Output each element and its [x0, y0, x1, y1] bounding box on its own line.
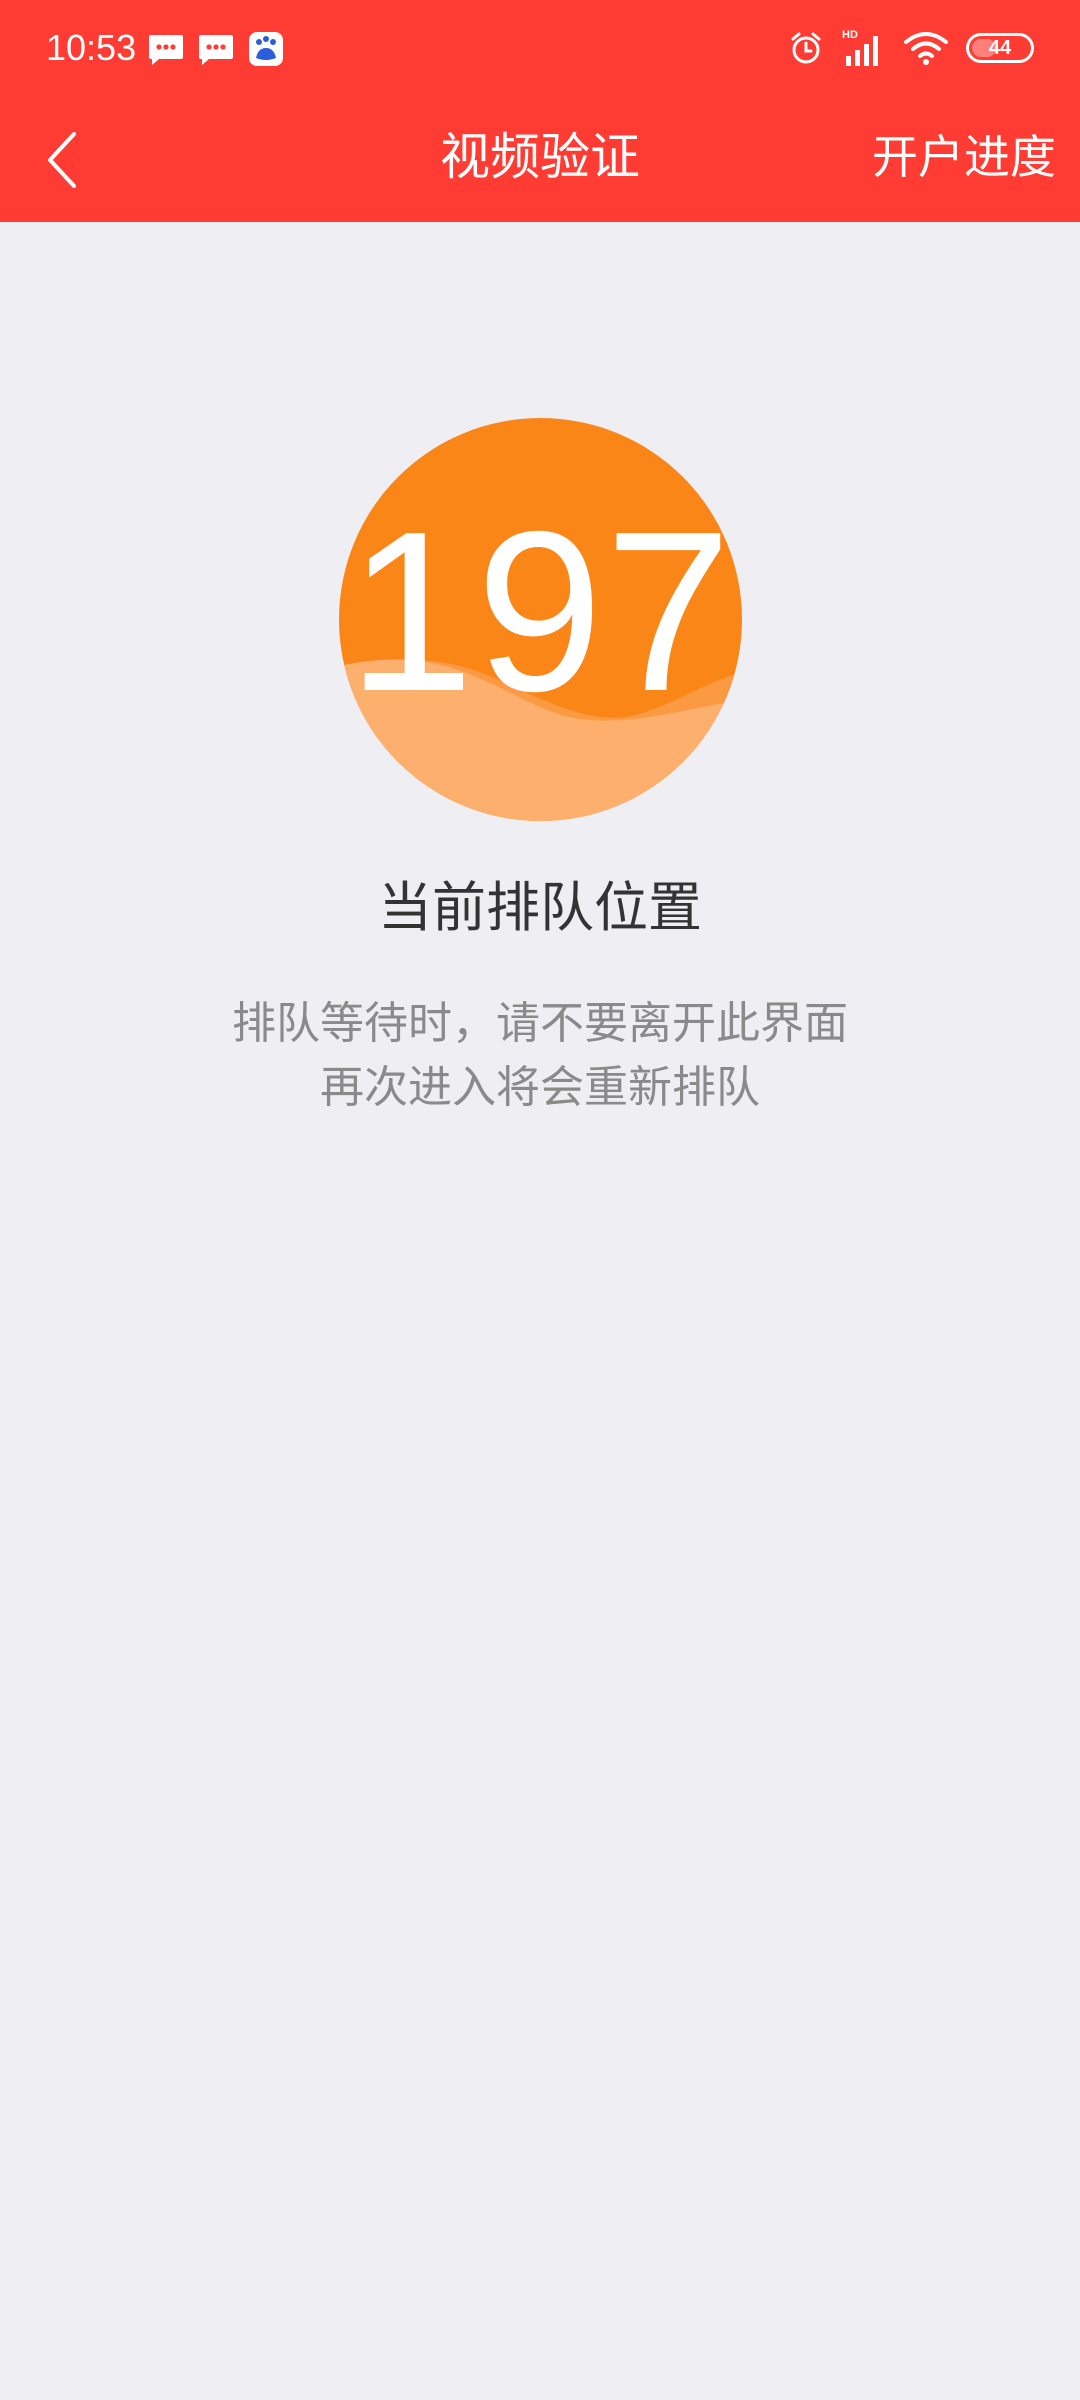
status-time: 10:53: [46, 27, 137, 68]
queue-position-number: 197: [347, 485, 734, 739]
wifi-icon: [904, 32, 948, 65]
svg-text:HD: HD: [842, 29, 858, 41]
queue-position-circle: 197: [339, 418, 742, 821]
nav-bar: 视频验证 开户进度: [0, 96, 1080, 222]
message-icon: [149, 35, 183, 65]
queue-position-label: 当前排队位置: [378, 876, 702, 939]
message-icon: [199, 35, 233, 65]
account-progress-link[interactable]: 开户进度: [872, 124, 1056, 190]
notification-icons: [148, 30, 284, 68]
baidu-icon: [249, 32, 283, 66]
battery-indicator: 44: [966, 33, 1034, 63]
queue-hint-line2: 再次进入将会重新排队: [320, 1062, 760, 1113]
alarm-icon: [791, 32, 821, 64]
queue-hint: 排队等待时，请不要离开此界面 再次进入将会重新排队: [0, 992, 1080, 1120]
status-bar: 10:53 HD 44: [0, 0, 1080, 96]
battery-fill: [972, 39, 996, 57]
hd-signal-icon: HD: [842, 29, 878, 66]
header: 10:53 HD 44 视频验证 开户进度: [0, 0, 1080, 222]
queue-hint-line1: 排队等待时，请不要离开此界面: [232, 998, 848, 1049]
status-icons: HD 44: [788, 26, 1034, 70]
